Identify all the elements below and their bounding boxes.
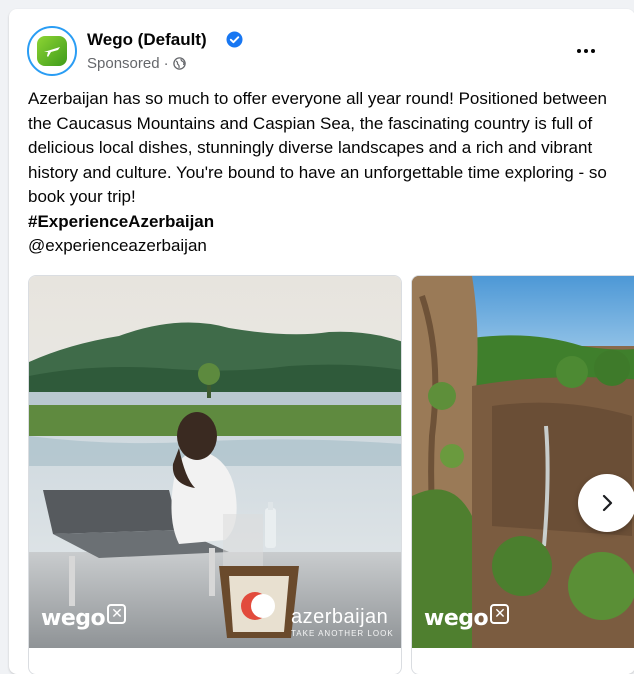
more-options-button[interactable]: [569, 39, 603, 63]
partner-tagline: TAKE ANOTHER LOOK: [291, 629, 394, 638]
sponsored-post-card: Wego (Default) Sponsored · Azerbaijan ha…: [9, 9, 634, 674]
hashtag-link[interactable]: #ExperienceAzerbaijan: [28, 212, 214, 231]
meta-separator: ·: [163, 55, 169, 72]
post-body-text: Azerbaijan has so much to offer everyone…: [28, 89, 607, 206]
dot: [584, 49, 588, 53]
carousel-card-1[interactable]: wego ✕ azerbaijan TAKE ANOTHER LOOK: [28, 275, 402, 674]
page-name-link[interactable]: Wego (Default): [87, 30, 207, 50]
post-text: Azerbaijan has so much to offer everyone…: [28, 87, 613, 259]
wego-app-icon: [37, 36, 67, 66]
carousel-next-button[interactable]: [578, 474, 634, 532]
lake-terrace-image: [29, 276, 401, 648]
dot: [591, 49, 595, 53]
partner-logo: azerbaijan: [291, 606, 388, 629]
dot: [577, 49, 581, 53]
chevron-right-icon: [602, 494, 613, 512]
wego-logo: wego ✕: [41, 604, 127, 631]
page-avatar[interactable]: [27, 26, 77, 76]
image-carousel: wego ✕ azerbaijan TAKE ANOTHER LOOK wego…: [28, 275, 634, 674]
sponsored-label[interactable]: Sponsored: [87, 55, 160, 72]
verified-badge-icon: [226, 31, 243, 48]
partner-wordmark: azerbaijan: [291, 606, 389, 628]
post-meta: Sponsored ·: [87, 55, 186, 72]
plane-icon: [44, 47, 60, 57]
waterfall-gorge-image: [412, 276, 634, 648]
wego-logo: wego ✕: [424, 604, 510, 631]
post-header: Wego (Default) Sponsored ·: [9, 9, 634, 89]
globe-icon: [172, 57, 186, 70]
mention-link[interactable]: @experienceazerbaijan: [28, 236, 207, 255]
